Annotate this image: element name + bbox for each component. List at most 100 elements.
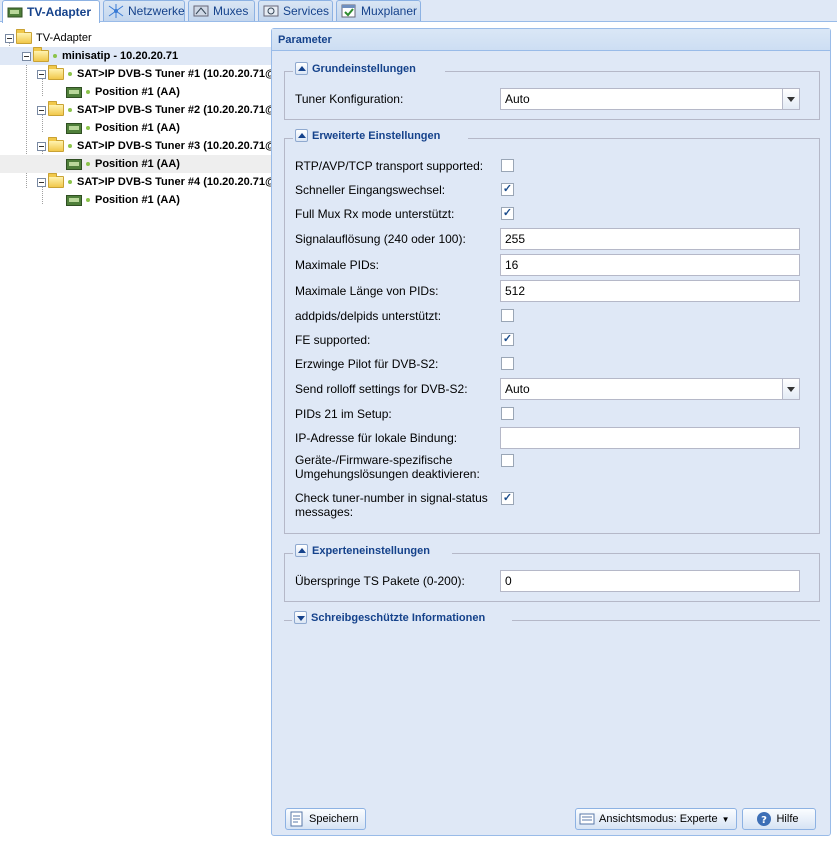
- tuner-icon: [66, 86, 82, 98]
- fast-switch-checkbox[interactable]: ✓: [501, 183, 514, 196]
- tree-tuner-label: SAT>IP DVB-S Tuner #3 (10.20.20.71@: [77, 140, 271, 152]
- rolloff-select[interactable]: Auto: [500, 378, 800, 400]
- status-dot-icon: [53, 54, 57, 58]
- maxpids-input[interactable]: [500, 254, 800, 276]
- tree-root[interactable]: TV-Adapter: [0, 29, 271, 47]
- tree-position[interactable]: Position #1 (AA): [0, 119, 271, 137]
- tab-label: Muxplaner: [361, 4, 418, 18]
- signal-input[interactable]: [500, 228, 800, 250]
- tree-position-label: Position #1 (AA): [95, 158, 180, 170]
- addpids-checkbox[interactable]: [501, 309, 514, 322]
- maxpidlen-label: Maximale Länge von PIDs:: [295, 284, 439, 298]
- fast-switch-row: Schneller Eingangswechsel: ✓: [295, 179, 795, 201]
- tree-position[interactable]: Position #1 (AA): [0, 83, 271, 101]
- collapse-up-icon[interactable]: [295, 544, 308, 557]
- tab-muxes[interactable]: Muxes: [188, 0, 255, 21]
- addpids-row: addpids/delpids unterstützt:: [295, 305, 795, 327]
- skip-row: Überspringe TS Pakete (0-200):: [295, 570, 800, 592]
- rtp-checkbox[interactable]: [501, 159, 514, 172]
- tab-muxplaner[interactable]: Muxplaner: [336, 0, 421, 21]
- tab-label: Muxes: [213, 4, 249, 18]
- parameter-panel: Parameter Grundeinstellungen Tuner Konfi…: [271, 28, 831, 836]
- help-icon: ?: [756, 811, 772, 827]
- collapse-up-icon[interactable]: [295, 62, 308, 75]
- dropdown-arrow-icon: ▼: [721, 814, 730, 824]
- view-mode-label: Ansichtsmodus: Experte: [599, 813, 718, 825]
- checktuner-checkbox[interactable]: ✓: [501, 492, 514, 505]
- folder-icon: [48, 137, 64, 152]
- tuner-config-row: Tuner Konfiguration: Auto: [295, 88, 800, 110]
- pids21-checkbox[interactable]: [501, 407, 514, 420]
- fieldset-advanced-legend: Erweiterte Einstellungen: [295, 129, 444, 142]
- tab-bar: TV-Adapter Netzwerke Muxes Services Muxp…: [0, 0, 837, 23]
- rolloff-row: Send rolloff settings for DVB-S2: Auto: [295, 378, 800, 400]
- chevron-down-icon[interactable]: [782, 379, 799, 399]
- tab-tv-adapter[interactable]: TV-Adapter: [2, 0, 100, 23]
- tab-services[interactable]: Services: [258, 0, 333, 21]
- tree-position[interactable]: Position #1 (AA): [0, 155, 271, 173]
- collapse-toggle-icon[interactable]: [37, 105, 46, 115]
- services-icon: [263, 4, 279, 18]
- collapse-up-icon[interactable]: [295, 129, 308, 142]
- skip-input[interactable]: [500, 570, 800, 592]
- collapse-toggle-icon[interactable]: [37, 141, 46, 151]
- tree-tuner[interactable]: SAT>IP DVB-S Tuner #1 (10.20.20.71@: [0, 65, 271, 83]
- tuner-config-select[interactable]: Auto: [500, 88, 800, 110]
- collapse-toggle-icon[interactable]: [37, 177, 46, 187]
- bind-row: IP-Adresse für lokale Bindung:: [295, 427, 800, 449]
- save-button-label: Speichern: [309, 813, 359, 825]
- expand-down-icon[interactable]: [294, 611, 307, 624]
- fieldset-readonly: Schreibgeschützte Informationen: [284, 611, 820, 624]
- bind-input[interactable]: [500, 427, 800, 449]
- fe-checkbox[interactable]: ✓: [501, 333, 514, 346]
- help-button[interactable]: ? Hilfe: [742, 808, 816, 830]
- tree-tuner[interactable]: SAT>IP DVB-S Tuner #3 (10.20.20.71@: [0, 137, 271, 155]
- maxpids-row: Maximale PIDs:: [295, 254, 800, 276]
- maxpids-label: Maximale PIDs:: [295, 258, 380, 272]
- tuner-icon: [66, 194, 82, 206]
- tab-label: Services: [283, 4, 330, 18]
- legend-text: Schreibgeschützte Informationen: [311, 611, 486, 624]
- chevron-down-icon[interactable]: [782, 89, 799, 109]
- collapse-toggle-icon[interactable]: [37, 69, 46, 79]
- signal-label: Signalauflösung (240 oder 100):: [295, 232, 466, 246]
- rtp-label: RTP/AVP/TCP transport supported:: [295, 159, 484, 173]
- status-dot-icon: [68, 72, 72, 76]
- status-dot-icon: [86, 126, 90, 130]
- help-button-label: Hilfe: [776, 813, 799, 825]
- panel-title: Parameter: [272, 29, 830, 51]
- collapse-toggle-icon[interactable]: [22, 51, 31, 61]
- save-button[interactable]: Speichern: [285, 808, 366, 830]
- tree-position-label: Position #1 (AA): [95, 86, 180, 98]
- fieldset-expert-legend: Experteneinstellungen: [295, 544, 433, 557]
- legend-text: Erweiterte Einstellungen: [312, 129, 441, 142]
- bind-label: IP-Adresse für lokale Bindung:: [295, 431, 458, 445]
- fieldset-expert: Experteneinstellungen Überspringe TS Pak…: [284, 544, 820, 602]
- workaround-checkbox[interactable]: [501, 454, 514, 467]
- legend-text: Experteneinstellungen: [312, 544, 430, 557]
- fieldset-readonly-legend: Schreibgeschützte Informationen: [294, 611, 489, 624]
- tuner-config-label: Tuner Konfiguration:: [295, 92, 404, 106]
- fullmux-row: Full Mux Rx mode unterstützt: ✓: [295, 203, 795, 225]
- folder-icon: [16, 29, 32, 44]
- fullmux-checkbox[interactable]: ✓: [501, 207, 514, 220]
- tree-position[interactable]: Position #1 (AA): [0, 191, 271, 209]
- mux-icon: [193, 4, 209, 18]
- pilot-checkbox[interactable]: [501, 357, 514, 370]
- tree-tuner-label: SAT>IP DVB-S Tuner #2 (10.20.20.71@: [77, 104, 271, 116]
- maxpidlen-input[interactable]: [500, 280, 800, 302]
- tab-netzwerke[interactable]: Netzwerke: [103, 0, 185, 21]
- status-dot-icon: [86, 90, 90, 94]
- tree-position-label: Position #1 (AA): [95, 194, 180, 206]
- collapse-toggle-icon[interactable]: [5, 33, 14, 43]
- view-mode-button[interactable]: Ansichtsmodus: Experte ▼: [575, 808, 737, 830]
- status-dot-icon: [68, 144, 72, 148]
- workaround-row: Geräte-/Firmware-spezifische Umgehungslö…: [295, 452, 795, 482]
- checktuner-label: Check tuner-number in signal-status mess…: [295, 491, 488, 519]
- tree-adapter[interactable]: minisatip - 10.20.20.71: [0, 47, 271, 65]
- tree-tuner[interactable]: SAT>IP DVB-S Tuner #2 (10.20.20.71@: [0, 101, 271, 119]
- tree-tuner[interactable]: SAT>IP DVB-S Tuner #4 (10.20.20.71@: [0, 173, 271, 191]
- select-value: Auto: [505, 92, 530, 106]
- pids21-row: PIDs 21 im Setup:: [295, 403, 795, 425]
- folder-icon: [48, 101, 64, 116]
